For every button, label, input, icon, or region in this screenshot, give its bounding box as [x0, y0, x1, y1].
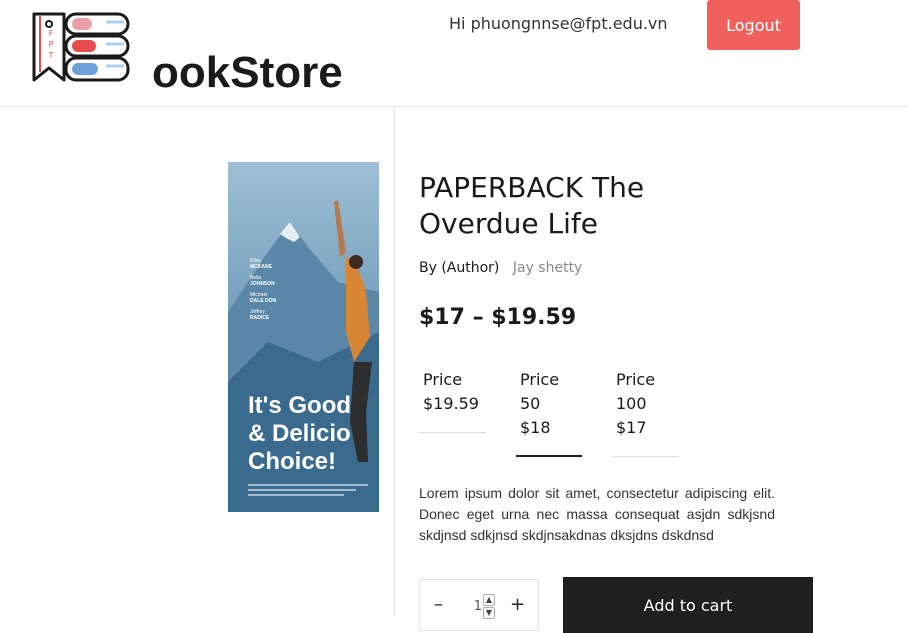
- variant-line: $19.59: [423, 394, 479, 413]
- by-author-label: By (Author): [419, 260, 500, 276]
- variant-underline: [419, 432, 486, 433]
- decrease-quantity-icon[interactable]: –: [434, 594, 443, 615]
- cover-name: JOHNSON: [250, 281, 275, 287]
- bookstore-logo[interactable]: F P T ookStore: [32, 8, 362, 97]
- product-byline: By (Author) Jay shetty: [419, 260, 582, 276]
- logo-text: ookStore: [152, 48, 343, 97]
- variant-underline: [612, 456, 679, 457]
- variant-line: Price: [423, 370, 463, 389]
- product-title: PAPERBACK The Overdue Life: [419, 171, 645, 240]
- logo-letter: P: [48, 40, 54, 49]
- variant-line: Price: [520, 370, 560, 389]
- logo-letter: F: [48, 29, 54, 38]
- column-divider: [394, 107, 395, 617]
- site-header: F P T ookStore Hi phuongnnse@fpt.edu.vn …: [0, 0, 908, 107]
- quantity-spinner[interactable]: ▲ ▼: [483, 594, 495, 619]
- quantity-stepper: – ▲ ▼ +: [419, 579, 539, 631]
- variant-underline: [516, 455, 582, 457]
- spinner-up-icon[interactable]: ▲: [483, 594, 495, 606]
- variant-line: 100: [616, 394, 647, 413]
- add-to-cart-button[interactable]: Add to cart: [563, 577, 813, 633]
- cover-tagline: Choice!: [248, 448, 337, 475]
- variant-option[interactable]: Price $19.59: [419, 368, 486, 433]
- variant-option[interactable]: Price 50 $18: [516, 368, 582, 457]
- cover-name: RADICE: [250, 315, 270, 321]
- author-link[interactable]: Jay shetty: [513, 260, 583, 276]
- cover-name: DALE DON: [250, 298, 277, 304]
- increase-quantity-icon[interactable]: +: [510, 594, 525, 615]
- variant-line: Price: [616, 370, 656, 389]
- variant-line: $17: [616, 418, 647, 437]
- cover-tagline: It's Good: [248, 392, 352, 419]
- product-description: Lorem ipsum dolor sit amet, consectetur …: [419, 485, 775, 543]
- logout-button[interactable]: Logout: [707, 0, 800, 50]
- variant-line: $18: [520, 418, 551, 437]
- book-cover-image[interactable]: Riley MCKANE Bella JOHNSON Michael DALE …: [228, 162, 379, 512]
- logo-letter: T: [48, 51, 54, 60]
- variant-line: 50: [520, 394, 541, 413]
- variant-option[interactable]: Price 100 $17: [612, 368, 679, 457]
- quantity-input[interactable]: [462, 596, 482, 616]
- cover-tagline: & Delicio: [248, 420, 351, 447]
- price-range: $17 – $19.59: [419, 305, 577, 330]
- user-greeting: Hi phuongnnse@fpt.edu.vn: [449, 14, 668, 33]
- spinner-down-icon[interactable]: ▼: [483, 607, 495, 619]
- cover-credits: [248, 484, 368, 502]
